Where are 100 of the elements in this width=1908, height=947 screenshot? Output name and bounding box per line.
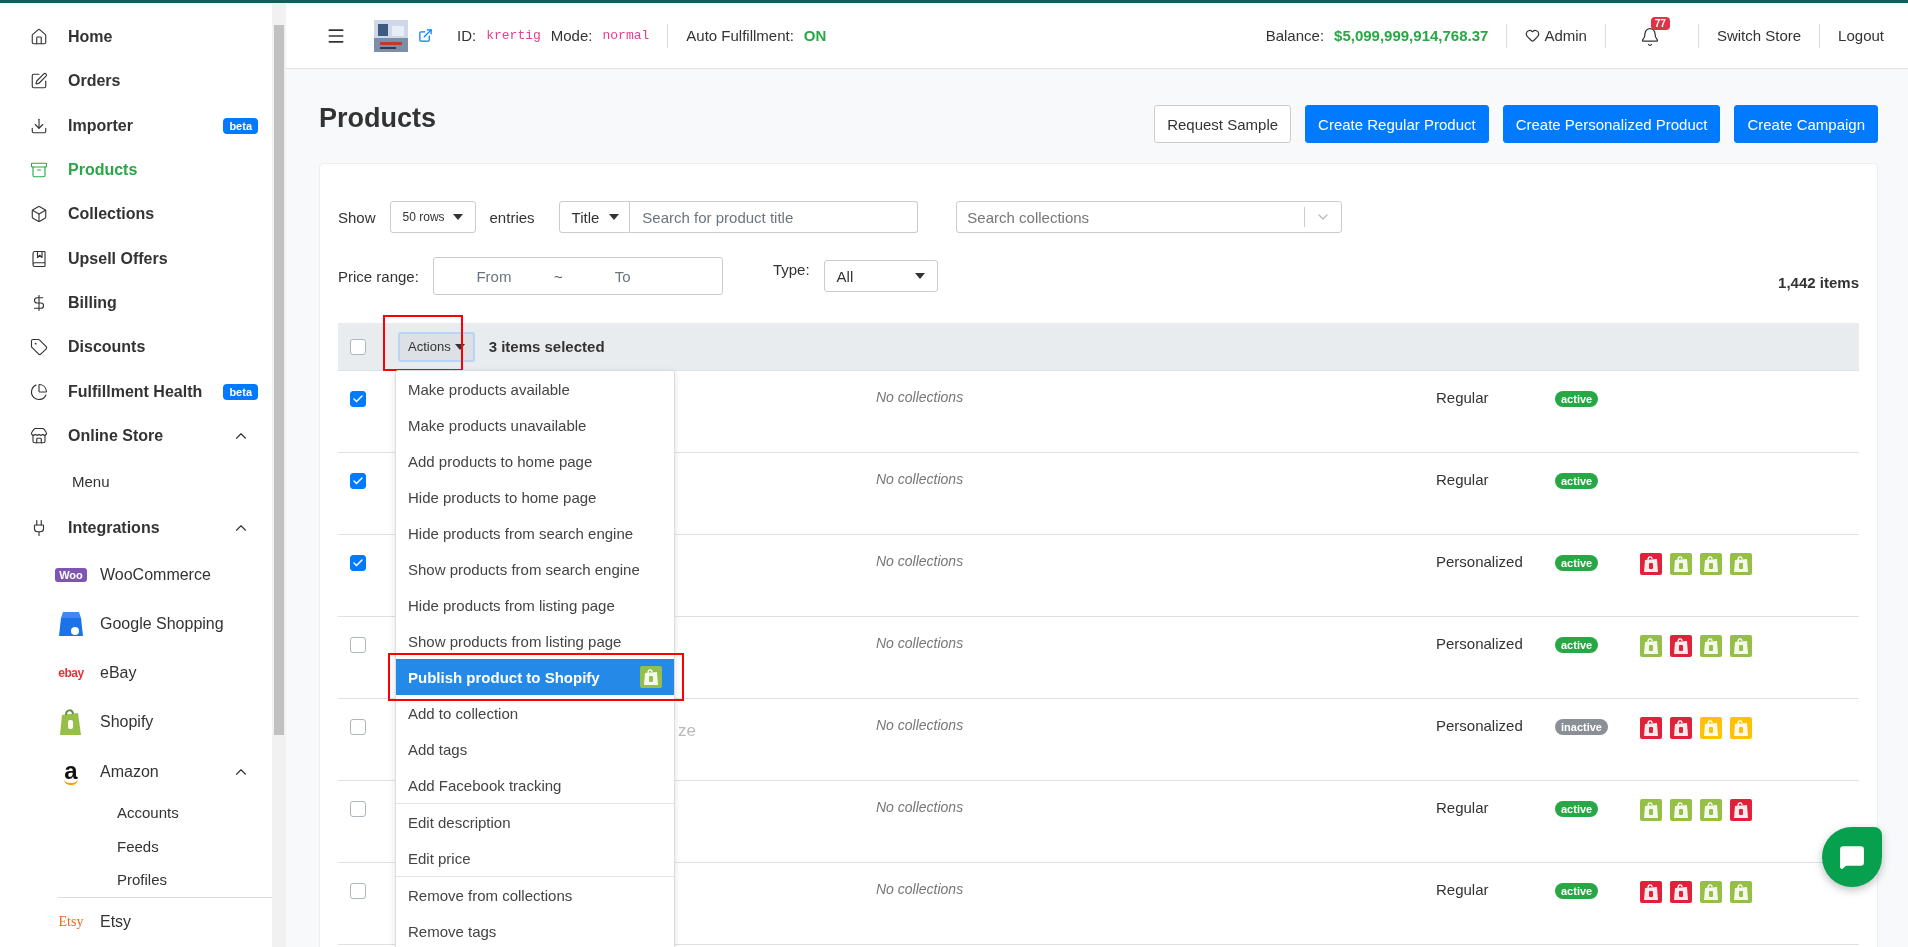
menu-item[interactable]: Add tags — [396, 731, 674, 767]
shopping-bag-icon[interactable] — [1670, 881, 1692, 903]
menu-item[interactable]: Edit description — [396, 804, 674, 840]
menu-item[interactable]: Show products from listing page — [396, 623, 674, 659]
box-icon — [30, 205, 48, 224]
sidebar-subitem[interactable]: Shopify — [0, 697, 272, 747]
sidebar-item[interactable]: Home — [0, 15, 272, 60]
collections-cell-text: No collections — [876, 553, 965, 571]
shopping-bag-icon[interactable] — [1640, 635, 1662, 657]
search-field[interactable]: Search for product title — [630, 201, 919, 233]
checkbox[interactable] — [350, 391, 366, 407]
shopping-bag-icon[interactable] — [1640, 881, 1662, 903]
shopping-bag-icon[interactable] — [1670, 799, 1692, 821]
action-button[interactable]: Request Sample — [1154, 105, 1292, 143]
scrollbar[interactable] — [272, 3, 286, 947]
sidebar-subitem[interactable]: Etsy Etsy — [0, 897, 272, 947]
check-icon — [352, 557, 364, 569]
collections-search-field[interactable]: Search collections — [956, 201, 1343, 233]
menu-item[interactable]: Make products unavailable — [396, 407, 674, 443]
sidebar-item[interactable]: Collections — [0, 192, 272, 237]
action-button[interactable]: Create Personalized Product — [1502, 105, 1721, 143]
download-icon — [30, 116, 48, 135]
menu-item[interactable]: Add products to home page — [396, 443, 674, 479]
shopping-bag-icon[interactable] — [1670, 553, 1692, 575]
menu-item[interactable]: Edit price — [396, 840, 674, 876]
mode-label: Mode: — [550, 27, 593, 44]
shopping-bag-icon[interactable] — [1700, 799, 1722, 821]
price-to-field[interactable]: To — [562, 266, 683, 286]
beta-badge: beta — [223, 383, 258, 400]
shopping-bag-icon[interactable] — [1700, 553, 1722, 575]
sidebar-item[interactable]: Billing — [0, 280, 272, 326]
sidebar-item[interactable]: Discounts — [0, 325, 272, 370]
action-button[interactable]: Create Campaign — [1734, 105, 1878, 143]
external-link-icon[interactable] — [418, 28, 433, 43]
item-count: 1,442 items — [1778, 273, 1859, 291]
shopping-bag-icon[interactable] — [1700, 635, 1722, 657]
sidebar-subitem[interactable]: Woo WooCommerce — [0, 549, 272, 600]
rows-select[interactable]: 50 rows — [389, 201, 476, 233]
status-badge: inactive — [1555, 719, 1608, 735]
sidebar-subitem[interactable]: Profiles — [0, 863, 272, 897]
show-label: Show — [338, 208, 376, 226]
switch-store-link[interactable]: Switch Store — [1716, 27, 1802, 44]
sidebar-item[interactable]: Upsell Offers — [0, 236, 272, 281]
store-id: krertig — [486, 28, 541, 43]
status-badge: active — [1555, 555, 1599, 571]
shopping-bag-icon — [59, 708, 83, 737]
logout-link[interactable]: Logout — [1838, 27, 1884, 44]
notification-bell[interactable]: 77 — [1639, 16, 1670, 47]
shopping-bag-icon[interactable] — [640, 666, 662, 688]
shopping-bag-icon[interactable] — [1730, 553, 1752, 575]
page-title: Products — [319, 103, 438, 134]
checkbox[interactable] — [350, 637, 366, 653]
menu-item[interactable]: Make products available — [396, 371, 674, 407]
shopping-bag-icon[interactable] — [1670, 635, 1692, 657]
checkbox[interactable] — [350, 555, 366, 571]
price-from-field[interactable]: From — [433, 266, 554, 286]
checkbox[interactable] — [350, 883, 366, 899]
status-badge: active — [1555, 801, 1599, 817]
menu-item[interactable]: Hide products to home page — [396, 479, 674, 515]
shopping-bag-icon[interactable] — [1640, 717, 1662, 739]
menu-item[interactable]: Publish product to Shopify — [396, 659, 674, 695]
bell-icon — [1639, 26, 1660, 47]
shopping-bag-icon[interactable] — [1730, 799, 1752, 821]
collections-cell-text: No collections — [876, 471, 965, 489]
sidebar-item[interactable]: Integrations — [0, 505, 272, 550]
sidebar-subitem[interactable]: a Amazon — [0, 746, 272, 797]
price-range-label: Price range: — [338, 267, 419, 285]
shopping-bag-icon[interactable] — [1670, 717, 1692, 739]
sidebar-item[interactable]: Importer beta — [0, 103, 272, 148]
shopping-bag-icon[interactable] — [1640, 553, 1662, 575]
sidebar-subitem[interactable]: Accounts — [0, 796, 272, 830]
sidebar-subitem[interactable]: ebay eBay — [0, 648, 272, 698]
menu-item[interactable]: Remove tags — [396, 913, 674, 947]
actions-button[interactable]: Actions — [398, 331, 475, 362]
sidebar-item[interactable]: Online Store — [0, 413, 272, 459]
menu-item[interactable]: Hide products from search engine — [396, 515, 674, 551]
menu-item[interactable]: Add Facebook tracking — [396, 767, 674, 803]
menu-item[interactable]: Hide products from listing page — [396, 587, 674, 623]
action-button[interactable]: Create Regular Product — [1305, 105, 1489, 143]
menu-item[interactable]: Add to collection — [396, 695, 674, 731]
collections-cell-text: No collections — [876, 717, 965, 735]
admin-link[interactable]: Admin — [1525, 27, 1587, 44]
type-select[interactable]: All — [823, 260, 938, 292]
shopping-bag-icon[interactable] — [1730, 881, 1752, 903]
shopping-bag-icon[interactable] — [1640, 799, 1662, 821]
menu-item[interactable]: Show products from search engine — [396, 551, 674, 587]
menu-item[interactable]: Remove from collections — [396, 877, 674, 913]
check-icon — [352, 393, 364, 405]
checkbox[interactable] — [350, 719, 366, 735]
sidebar-item[interactable]: Orders — [0, 59, 272, 104]
checkbox[interactable] — [350, 473, 366, 489]
shopping-bag-icon[interactable] — [1730, 635, 1752, 657]
sidebar-subitem[interactable]: Feeds — [0, 829, 272, 864]
checkbox[interactable] — [350, 338, 366, 355]
checkbox[interactable] — [350, 801, 366, 817]
shopping-bag-icon[interactable] — [1700, 881, 1722, 903]
sidebar-item[interactable]: Fulfillment Health beta — [0, 369, 272, 414]
search-field-select[interactable]: Title — [558, 201, 631, 233]
sidebar-subitem[interactable]: Menu — [0, 458, 272, 506]
sidebar-subitem[interactable]: Google Shopping — [0, 599, 272, 649]
